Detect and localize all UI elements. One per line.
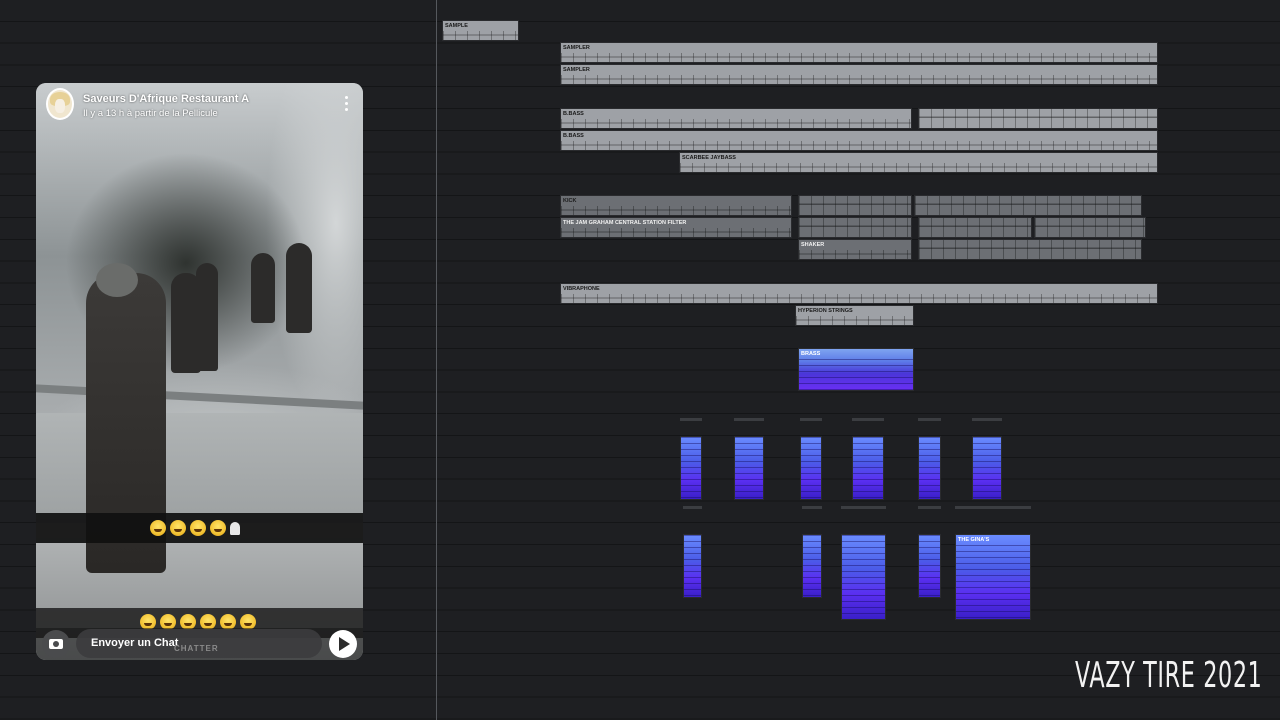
watermark: VAZY TIRE 2021	[1074, 655, 1262, 696]
clip-label: HYPERION STRINGS	[798, 308, 853, 314]
clip-shaker-2[interactable]	[918, 239, 1142, 260]
laughing-emoji	[210, 520, 226, 536]
clip-label: BRASS	[801, 351, 821, 357]
clip-the-ginas[interactable]: THE GINA'S	[955, 534, 1031, 620]
clip-label: THE JAM GRAHAM CENTRAL STATION FILTER	[563, 220, 687, 226]
automation-mark	[918, 506, 941, 509]
clip-bbass-2[interactable]: B.BASS	[560, 130, 1158, 151]
laughing-emoji	[190, 520, 206, 536]
clip-scarbee-jaybass[interactable]: SCARBEE JAYBASS	[679, 152, 1158, 173]
automation-mark	[841, 506, 886, 509]
clip-vibraphone[interactable]: VIBRAPHONE	[560, 283, 1158, 304]
camera-icon[interactable]	[42, 630, 70, 658]
clip-pattern[interactable]	[683, 534, 702, 598]
clip-sampler-2[interactable]: SAMPLER	[560, 64, 1158, 85]
kebab-menu-icon[interactable]	[341, 96, 351, 114]
clip-kick-3[interactable]	[914, 195, 1142, 216]
clip-filter-4[interactable]	[1034, 217, 1146, 238]
person-figure	[251, 253, 275, 323]
ghost-emoji	[230, 522, 240, 535]
clip-pattern[interactable]	[800, 436, 822, 500]
clip-pattern[interactable]	[680, 436, 702, 500]
clip-kick[interactable]: KICK	[560, 195, 792, 216]
caption-banner	[36, 513, 363, 543]
person-figure	[286, 243, 312, 333]
clip-label: SAMPLE	[445, 23, 468, 29]
clip-pattern[interactable]	[802, 534, 822, 598]
snapchat-story-viewer[interactable]: Saveurs D'Afrique Restaurant A Il y a 13…	[36, 83, 363, 660]
clip-pattern[interactable]	[734, 436, 764, 500]
clip-sampler-1[interactable]: SAMPLER	[560, 42, 1158, 63]
clip-label: SHAKER	[801, 242, 825, 248]
automation-mark	[800, 418, 822, 421]
clip-sample[interactable]: SAMPLE	[442, 20, 519, 41]
clip-label: SCARBEE JAYBASS	[682, 155, 736, 161]
laughing-emoji	[170, 520, 186, 536]
clip-label: SAMPLER	[563, 67, 590, 73]
automation-mark	[972, 418, 1002, 421]
clip-pattern[interactable]	[852, 436, 884, 500]
clip-label: B.BASS	[563, 111, 584, 117]
laughing-emoji	[150, 520, 166, 536]
clip-label: THE GINA'S	[958, 537, 990, 543]
automation-mark	[734, 418, 764, 421]
clip-shaker[interactable]: SHAKER	[798, 239, 912, 260]
account-name[interactable]: Saveurs D'Afrique Restaurant A	[83, 93, 249, 105]
clip-pattern[interactable]	[918, 436, 941, 500]
automation-mark	[802, 506, 822, 509]
clip-hyperion-strings[interactable]: HYPERION STRINGS	[795, 305, 914, 326]
send-arrow-icon[interactable]	[329, 630, 357, 658]
story-header: Saveurs D'Afrique Restaurant A Il y a 13…	[36, 83, 363, 128]
clip-pattern[interactable]	[972, 436, 1002, 500]
clip-brass[interactable]: BRASS	[798, 348, 914, 391]
clip-pattern[interactable]	[918, 534, 941, 598]
playlist-divider[interactable]	[436, 0, 437, 720]
story-timestamp: Il y a 13 h à partir de la Pellicule	[83, 108, 218, 119]
clip-label: B.BASS	[563, 133, 584, 139]
helmet	[96, 263, 138, 297]
clip-kick-2[interactable]	[798, 195, 912, 216]
automation-mark	[955, 506, 1031, 509]
emoji-row	[150, 520, 240, 536]
automation-mark	[683, 506, 702, 509]
clip-pattern[interactable]	[841, 534, 886, 620]
clip-label: KICK	[563, 198, 577, 204]
clip-label: SAMPLER	[563, 45, 590, 51]
clip-filter-3[interactable]	[918, 217, 1032, 238]
avatar[interactable]	[46, 88, 74, 120]
clip-bbass-1b[interactable]	[918, 108, 1158, 129]
clip-filter[interactable]: THE JAM GRAHAM CENTRAL STATION FILTER	[560, 217, 792, 238]
clip-filter-2[interactable]	[798, 217, 912, 238]
automation-mark	[680, 418, 702, 421]
clip-bbass-1[interactable]: B.BASS	[560, 108, 912, 129]
clip-label: VIBRAPHONE	[563, 286, 600, 292]
automation-mark	[852, 418, 884, 421]
story-video[interactable]	[36, 83, 363, 660]
person-figure	[196, 263, 218, 371]
faded-chatter-label: CHATTER	[174, 644, 219, 653]
automation-mark	[918, 418, 941, 421]
